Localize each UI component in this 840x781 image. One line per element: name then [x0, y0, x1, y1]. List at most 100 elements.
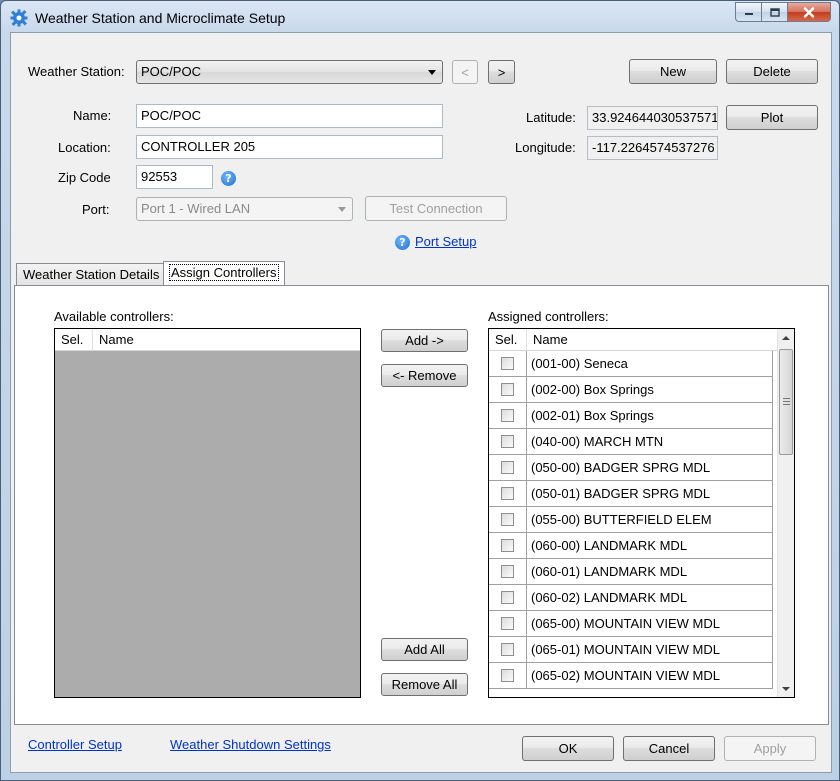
- minimize-icon: [744, 13, 753, 15]
- test-connection-button[interactable]: Test Connection: [365, 196, 507, 221]
- checkbox-icon[interactable]: [501, 357, 514, 370]
- help-icon[interactable]: ?: [395, 235, 410, 250]
- port-value: Port 1 - Wired LAN: [141, 201, 251, 216]
- scroll-up-button[interactable]: [778, 329, 794, 346]
- gear-icon: [10, 9, 28, 27]
- row-select-cell: [489, 663, 527, 688]
- table-row[interactable]: (065-01) MOUNTAIN VIEW MDL: [489, 637, 773, 663]
- tab-assign-controllers[interactable]: Assign Controllers: [163, 261, 285, 285]
- table-row[interactable]: (002-01) Box Springs: [489, 403, 773, 429]
- assigned-grid-scrollbar[interactable]: [777, 329, 794, 697]
- plot-button[interactable]: Plot: [726, 105, 818, 130]
- checkbox-icon[interactable]: [501, 461, 514, 474]
- row-select-cell: [489, 455, 527, 480]
- longitude-value: -117.2264574537276: [587, 136, 718, 160]
- row-select-cell: [489, 351, 527, 376]
- port-select[interactable]: Port 1 - Wired LAN: [136, 197, 353, 221]
- close-icon: [803, 6, 815, 18]
- checkbox-icon[interactable]: [501, 383, 514, 396]
- scroll-down-button[interactable]: [778, 680, 794, 697]
- remove-all-button[interactable]: Remove All: [381, 673, 468, 696]
- caption-buttons: [735, 2, 831, 23]
- table-row[interactable]: (002-00) Box Springs: [489, 377, 773, 403]
- add-button[interactable]: Add ->: [381, 329, 468, 352]
- assigned-grid-header: Sel. Name: [489, 329, 777, 351]
- window-title: Weather Station and Microclimate Setup: [35, 10, 286, 26]
- minimize-button[interactable]: [735, 2, 761, 22]
- weather-shutdown-settings-link[interactable]: Weather Shutdown Settings: [170, 737, 331, 752]
- row-select-cell: [489, 403, 527, 428]
- assigned-rows: (001-00) Seneca (002-00) Box Springs (002-…: [489, 351, 773, 689]
- checkbox-icon[interactable]: [501, 539, 514, 552]
- controller-name-cell: (001-00) Seneca: [527, 351, 773, 376]
- checkbox-icon[interactable]: [501, 565, 514, 578]
- column-header-sel[interactable]: Sel.: [489, 329, 527, 351]
- location-input[interactable]: CONTROLLER 205: [136, 135, 443, 159]
- table-row[interactable]: (065-00) MOUNTAIN VIEW MDL: [489, 611, 773, 637]
- table-row[interactable]: (050-01) BADGER SPRG MDL: [489, 481, 773, 507]
- location-label: Location:: [58, 140, 111, 155]
- previous-station-button[interactable]: <: [452, 60, 478, 84]
- add-all-button[interactable]: Add All: [381, 638, 468, 661]
- checkbox-icon[interactable]: [501, 591, 514, 604]
- table-row[interactable]: (040-00) MARCH MTN: [489, 429, 773, 455]
- delete-button[interactable]: Delete: [726, 59, 818, 84]
- checkbox-icon[interactable]: [501, 617, 514, 630]
- ok-button[interactable]: OK: [522, 736, 614, 761]
- dialog-window: Weather Station and Microclimate Setup W…: [0, 0, 840, 781]
- chevron-down-icon: [428, 70, 436, 75]
- checkbox-icon[interactable]: [501, 669, 514, 682]
- next-station-button[interactable]: >: [488, 60, 515, 84]
- close-button[interactable]: [787, 2, 831, 22]
- assign-controllers-panel: Available controllers: Sel. Name Add -> …: [14, 285, 829, 725]
- port-setup-link[interactable]: Port Setup: [415, 234, 476, 249]
- tab-weather-station-details[interactable]: Weather Station Details: [16, 263, 167, 285]
- weather-station-label: Weather Station:: [28, 64, 125, 79]
- table-row[interactable]: (001-00) Seneca: [489, 351, 773, 377]
- arrow-down-icon: [782, 686, 790, 691]
- checkbox-icon[interactable]: [501, 409, 514, 422]
- name-label: Name:: [73, 108, 112, 123]
- row-select-cell: [489, 481, 527, 506]
- weather-station-value: POC/POC: [141, 64, 201, 79]
- maximize-button[interactable]: [761, 2, 787, 22]
- name-input[interactable]: POC/POC: [136, 104, 443, 128]
- row-select-cell: [489, 585, 527, 610]
- controller-name-cell: (050-00) BADGER SPRG MDL: [527, 455, 773, 480]
- checkbox-icon[interactable]: [501, 513, 514, 526]
- new-button[interactable]: New: [629, 59, 717, 84]
- apply-button[interactable]: Apply: [724, 736, 816, 761]
- available-grid-empty-area: [55, 351, 360, 697]
- table-row[interactable]: (060-00) LANDMARK MDL: [489, 533, 773, 559]
- scroll-thumb[interactable]: [779, 349, 793, 455]
- table-row[interactable]: (055-00) BUTTERFIELD ELEM: [489, 507, 773, 533]
- checkbox-icon[interactable]: [501, 643, 514, 656]
- controller-name-cell: (065-00) MOUNTAIN VIEW MDL: [527, 611, 773, 636]
- help-icon[interactable]: ?: [221, 171, 236, 186]
- latitude-value: 33.924644030537571: [587, 106, 718, 130]
- table-row[interactable]: (060-01) LANDMARK MDL: [489, 559, 773, 585]
- port-label: Port:: [82, 202, 110, 217]
- column-header-sel[interactable]: Sel.: [55, 329, 93, 351]
- controller-name-cell: (055-00) BUTTERFIELD ELEM: [527, 507, 773, 532]
- controller-name-cell: (002-00) Box Springs: [527, 377, 773, 402]
- available-controllers-grid[interactable]: Sel. Name: [54, 328, 361, 698]
- weather-station-select[interactable]: POC/POC: [136, 60, 443, 84]
- maximize-icon: [769, 7, 780, 17]
- column-header-name[interactable]: Name: [527, 329, 777, 351]
- controller-name-cell: (002-01) Box Springs: [527, 403, 773, 428]
- row-select-cell: [489, 377, 527, 402]
- controller-setup-link[interactable]: Controller Setup: [28, 737, 122, 752]
- cancel-button[interactable]: Cancel: [623, 736, 715, 761]
- remove-button[interactable]: <- Remove: [381, 364, 468, 387]
- controller-name-cell: (040-00) MARCH MTN: [527, 429, 773, 454]
- table-row[interactable]: (050-00) BADGER SPRG MDL: [489, 455, 773, 481]
- checkbox-icon[interactable]: [501, 487, 514, 500]
- checkbox-icon[interactable]: [501, 435, 514, 448]
- table-row[interactable]: (060-02) LANDMARK MDL: [489, 585, 773, 611]
- column-header-name[interactable]: Name: [93, 329, 360, 351]
- longitude-label: Longitude:: [515, 140, 576, 155]
- table-row[interactable]: (065-02) MOUNTAIN VIEW MDL: [489, 663, 773, 689]
- assigned-controllers-grid[interactable]: Sel. Name (001-00) Seneca (002-00) Box Sp…: [488, 328, 795, 698]
- zip-code-input[interactable]: 92553: [136, 165, 213, 189]
